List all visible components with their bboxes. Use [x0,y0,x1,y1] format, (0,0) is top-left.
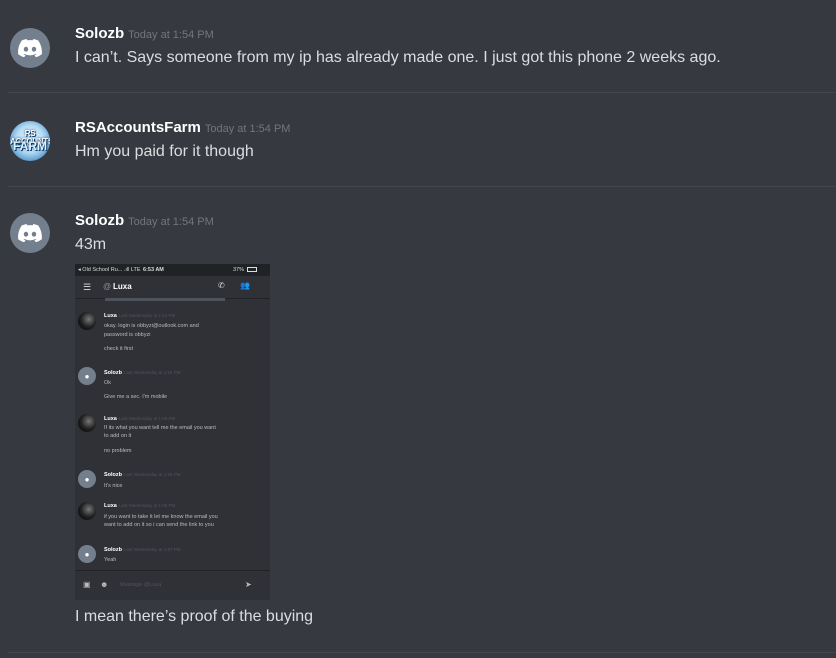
status-time: 6:53 AM [143,267,164,273]
phone-call-icon: ✆ [218,281,225,290]
username[interactable]: Solozb [75,25,124,42]
discord-logo-icon [18,224,42,242]
phone-message-header: Luxa Last Wednesday at 1:56 PM [104,503,175,509]
battery-icon [247,267,257,272]
timestamp: Last Wednesday at 1:56 PM [124,472,181,477]
phone-status-bar: ◂ Old School Ru... .ıll LTE 6:53 AM 37% [75,264,270,276]
timestamp: Last Wednesday at 1:56 PM [118,416,176,421]
members-icon: 👥 [240,281,250,290]
phone-message-line: okay. login is obbyzi@outlook.com and [104,323,199,329]
message-text: 43m [75,236,107,253]
phone-message-line: Give me a sec. I'm mobile [104,394,168,400]
hamburger-menu-icon: ☰ [83,282,92,292]
at-icon: @ [103,282,112,291]
discord-logo-icon: ● [84,371,90,381]
phone-message-header: Solozb Last Wednesday at 1:56 PM [104,472,180,478]
message-divider [8,92,836,93]
avatar: ● [78,545,96,563]
status-carrier: ◂ Old School Ru... .ıll LTE [78,267,141,273]
phone-message-line: Ok [104,380,112,386]
loading-strip [105,298,225,301]
phone-message-line: It's nice [104,483,123,489]
phone-message-line: Yeah [104,557,117,563]
username: Solozb [104,472,123,478]
message-header: RSAccountsFarm Today at 1:54 PM [75,119,290,136]
message-divider [8,186,836,187]
timestamp: Last Wednesday at 1:54 PM [118,313,176,318]
username: Solozb [104,547,123,553]
timestamp: Last Wednesday at 1:56 PM [118,503,176,508]
phone-message-line: to add on it [104,433,132,439]
timestamp[interactable]: Today at 1:54 PM [128,216,214,228]
channel-name: Luxa [113,282,132,291]
phone-message-line: if you want to take it let me know the e… [104,514,218,520]
image-icon: ▣ [83,580,91,589]
timestamp[interactable]: Today at 1:54 PM [205,123,291,135]
timestamp[interactable]: Today at 1:54 PM [128,29,214,41]
send-icon: ➤ [245,580,252,589]
emoji-icon: ☻ [100,580,109,589]
timestamp: Last Wednesday at 1:57 PM [124,547,181,552]
avatar: ● [78,470,96,488]
avatar: ● [78,367,96,385]
phone-message-header: Solozb Last Wednesday at 1:57 PM [104,547,180,553]
username[interactable]: RSAccountsFarm [75,119,201,136]
message-text: I can’t. Says someone from my ip has alr… [75,49,721,66]
phone-input-bar: ▣ ☻ Message @Luxa ➤ [75,570,270,600]
username: Luxa [104,503,117,509]
phone-message-line: want to add on it so i can send the link… [104,522,214,528]
username: Luxa [104,416,117,422]
discord-logo-icon: ● [84,549,90,559]
avatar-logo-text: FARM [13,139,47,153]
avatar [78,502,96,520]
message-header: Solozb Today at 1:54 PM [75,212,214,229]
avatar[interactable]: RS ACCOUNTS FARM [10,121,50,161]
image-attachment[interactable]: ◂ Old School Ru... .ıll LTE 6:53 AM 37% … [75,264,270,600]
phone-message-line: no problem [104,448,132,454]
discord-logo-icon [18,39,42,57]
message-divider [8,652,836,653]
message-input-placeholder: Message @Luxa [120,582,162,588]
phone-message-line: If its what you want tell me the email y… [104,425,216,431]
phone-message-line: password is obbyzi [104,332,151,338]
phone-message-header: Solozb Last Wednesday at 1:54 PM [104,370,180,376]
phone-message-header: Luxa Last Wednesday at 1:54 PM [104,313,175,319]
message-header: Solozb Today at 1:54 PM [75,25,214,42]
phone-message-header: Luxa Last Wednesday at 1:56 PM [104,416,175,422]
username: Luxa [104,313,117,319]
status-battery: 37% [233,267,245,273]
message-text: Hm you paid for it though [75,143,254,160]
avatar[interactable] [10,28,50,68]
timestamp: Last Wednesday at 1:54 PM [124,370,181,375]
discord-logo-icon: ● [84,474,90,484]
username: Solozb [104,370,123,376]
username[interactable]: Solozb [75,212,124,229]
avatar [78,414,96,432]
phone-message-line: check it first [104,346,134,352]
avatar[interactable] [10,213,50,253]
message-text: I mean there’s proof of the buying [75,608,314,625]
avatar [78,312,96,330]
phone-channel-header: ☰ @ Luxa ✆ 👥 [75,276,270,299]
